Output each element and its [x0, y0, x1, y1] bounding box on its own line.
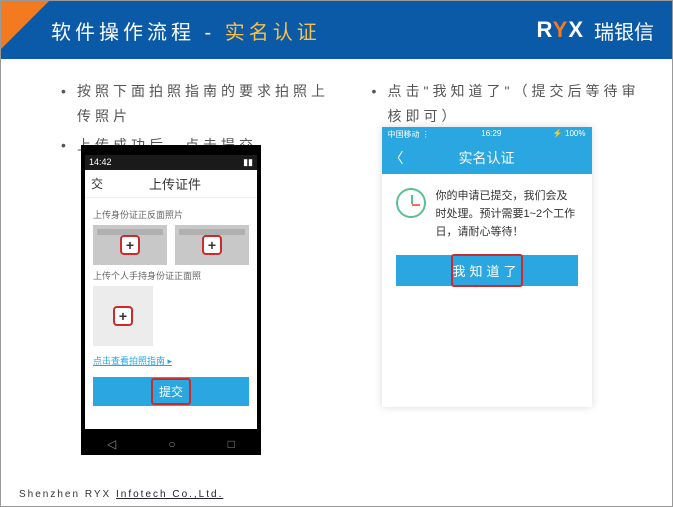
android-screen: 14:42 ▮▮ 交 上传证件 上传身份证正反面照片 +: [85, 155, 257, 429]
selfie-slot[interactable]: +: [93, 286, 153, 346]
footer-text: Shenzhen RYX Infotech Co.,Ltd.: [19, 489, 223, 500]
content-area: 按照下面拍照指南的要求拍照上传照片 上传成功后，点击提交 14:42 ▮▮ 交 …: [1, 59, 672, 455]
id-front-slot[interactable]: +: [93, 225, 167, 265]
id-stripe: [97, 229, 163, 235]
i-know-button[interactable]: 我知道了: [396, 255, 578, 286]
brand-cn: 瑞银信: [594, 16, 654, 45]
id-section-label: 上传身份证正反面照片: [93, 208, 249, 221]
confirmation-message-row: 你的申请已提交，我们会及时处理。预计需要1~2个工作日，请耐心等待！: [382, 174, 592, 251]
brand-block: RYX 瑞银信: [537, 16, 654, 45]
id-stripe: [179, 229, 245, 235]
add-selfie-button[interactable]: +: [113, 306, 133, 326]
title-prefix: 软件操作流程 -: [51, 22, 225, 44]
left-bullet-1: 按照下面拍照指南的要求拍照上传照片: [61, 79, 332, 129]
android-phone-mock: 14:42 ▮▮ 交 上传证件 上传身份证正反面照片 +: [81, 145, 261, 455]
android-softkeys: ◁ ○ □: [81, 437, 261, 451]
confirmation-text: 你的申请已提交，我们会及时处理。预计需要1~2个工作日，请耐心等待！: [436, 188, 578, 241]
back-chevron-icon[interactable]: 〈: [390, 148, 404, 168]
logo-r: R: [537, 17, 553, 42]
battery-label: ⚡ 100%: [553, 129, 586, 140]
right-bullet-1: 点击"我知道了"（提交后等待审核即可）: [372, 79, 643, 129]
footer-left: Shenzhen RYX: [19, 489, 116, 500]
android-statusbar: 14:42 ▮▮: [85, 155, 257, 170]
slide-header: 软件操作流程 - 实名认证 RYX 瑞银信: [1, 1, 672, 59]
nav-title: 上传证件: [113, 174, 251, 193]
photo-guide-link[interactable]: 点击查看拍照指南 ▸: [93, 354, 172, 367]
footer-link[interactable]: Infotech Co.,Ltd.: [116, 489, 223, 500]
carrier-label: 中国移动 ⋮: [388, 129, 430, 140]
ios-statusbar: 中国移动 ⋮ 16:29 ⚡ 100%: [382, 127, 592, 142]
highlight-box: [451, 254, 523, 287]
upload-navbar: 交 上传证件: [85, 170, 257, 198]
softkey-home-icon[interactable]: ○: [168, 437, 175, 451]
ios-phone-mock: 中国移动 ⋮ 16:29 ⚡ 100% 〈 实名认证 你的申请已提交，我们会及时…: [382, 127, 592, 407]
page-title: 软件操作流程 - 实名认证: [51, 16, 321, 45]
softkey-back-icon[interactable]: ◁: [107, 437, 116, 451]
upload-body: 上传身份证正反面照片 + + 上传个人手持身份证正面照 +: [85, 198, 257, 412]
id-photo-row: + +: [93, 225, 249, 265]
add-id-back-button[interactable]: +: [202, 235, 222, 255]
clock-icon: [396, 188, 426, 218]
add-id-front-button[interactable]: +: [120, 235, 140, 255]
nav-back-label[interactable]: 交: [91, 175, 103, 192]
highlight-box: [151, 378, 191, 405]
corner-decoration: [1, 1, 49, 49]
statusbar-icons: ▮▮: [243, 157, 253, 168]
right-column: 点击"我知道了"（提交后等待审核即可） 中国移动 ⋮ 16:29 ⚡ 100% …: [372, 79, 643, 455]
logo-y: Y: [553, 17, 569, 42]
brand-logo: RYX: [537, 17, 584, 43]
submit-button[interactable]: 提交: [93, 377, 249, 406]
id-back-slot[interactable]: +: [175, 225, 249, 265]
verify-nav-title: 实名认证: [459, 150, 515, 166]
verify-navbar: 〈 实名认证: [382, 142, 592, 174]
selfie-section-label: 上传个人手持身份证正面照: [93, 269, 249, 282]
statusbar-time: 14:42: [89, 157, 112, 168]
logo-x: X: [568, 17, 584, 42]
status-time: 16:29: [481, 129, 501, 140]
title-accent: 实名认证: [225, 22, 321, 44]
softkey-recent-icon[interactable]: □: [228, 437, 235, 451]
left-column: 按照下面拍照指南的要求拍照上传照片 上传成功后，点击提交 14:42 ▮▮ 交 …: [61, 79, 332, 455]
